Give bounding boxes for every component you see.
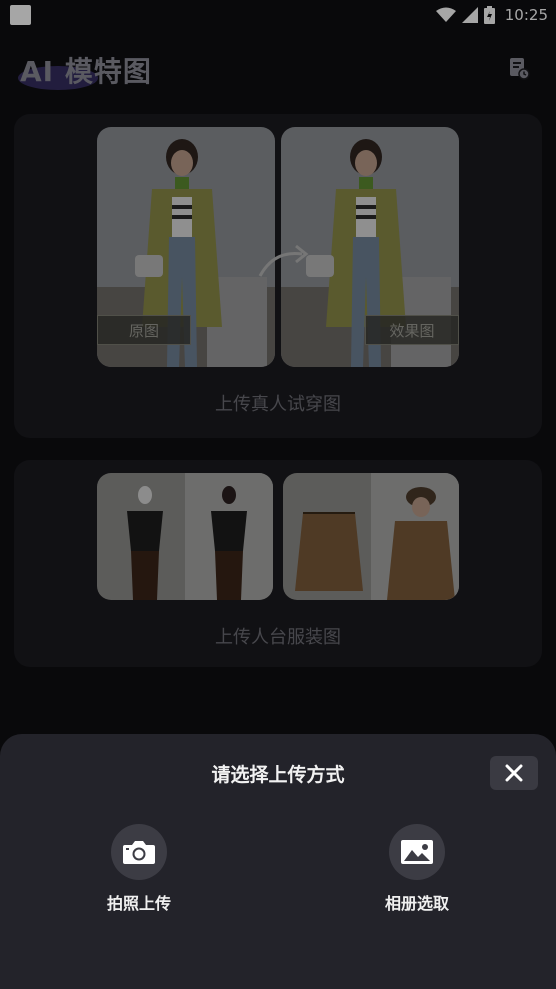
battery-icon: [483, 6, 495, 24]
history-icon[interactable]: [508, 56, 530, 80]
arrow-icon: [258, 244, 309, 277]
image-icon: [401, 840, 433, 864]
album-label: 相册选取: [384, 894, 449, 913]
signal-icon: [461, 7, 478, 23]
original-photo: 原图: [97, 127, 275, 367]
camera-icon: [123, 841, 155, 864]
close-icon: [505, 764, 523, 782]
status-icons: 10:25: [435, 4, 548, 26]
mannequin-caption: 上传人台服装图: [215, 627, 341, 648]
mannequin-upload-card[interactable]: 上传人台服装图: [14, 460, 542, 667]
app-header: AI 模特图: [0, 40, 556, 96]
real-person-caption: 上传真人试穿图: [215, 394, 341, 415]
mannequin-jacket-photo: [283, 473, 459, 600]
album-option[interactable]: 相册选取: [357, 824, 477, 914]
camera-button[interactable]: [111, 824, 167, 880]
notification-icon: [10, 5, 31, 25]
take-photo-label: 拍照上传: [106, 894, 171, 913]
real-person-upload-card[interactable]: 原图 效果图 上传真人试穿图: [14, 114, 542, 438]
wifi-icon: [435, 7, 456, 22]
status-time: 10:25: [504, 6, 548, 24]
upload-method-sheet: 请选择上传方式 拍照上传 相册选取: [0, 734, 556, 989]
result-label: 效果图: [365, 315, 459, 345]
take-photo-option[interactable]: 拍照上传: [79, 824, 199, 914]
album-button[interactable]: [389, 824, 445, 880]
original-label: 原图: [97, 315, 191, 345]
sheet-title: 请选择上传方式: [211, 764, 345, 786]
close-button[interactable]: [490, 756, 538, 790]
screen: 10:25 AI 模特图 原图 效果图 上传真人试穿图 上传人台服装图 请选择上…: [0, 0, 556, 989]
status-bar: 10:25: [0, 0, 556, 30]
mannequin-dress-photo: [97, 473, 273, 600]
app-title: AI 模特图: [20, 55, 152, 88]
